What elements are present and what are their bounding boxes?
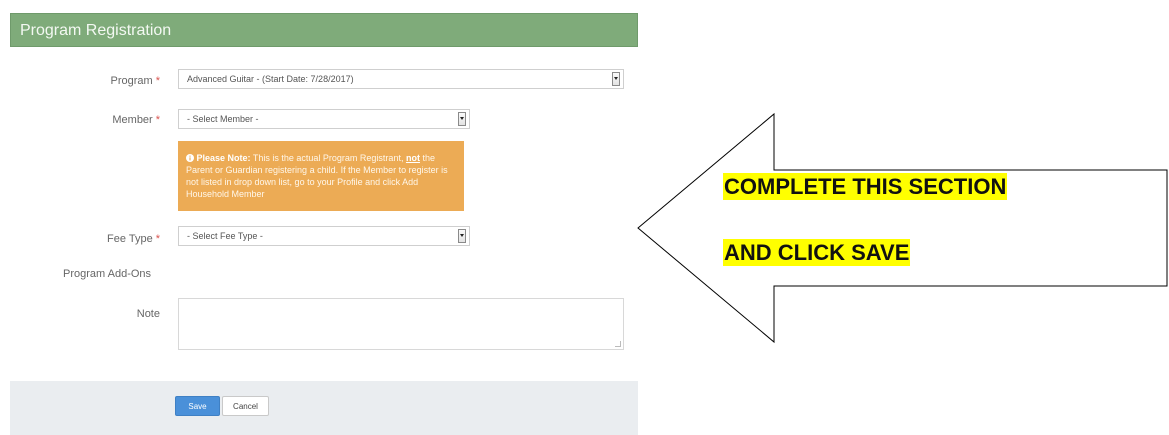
note-prefix: Please Note: bbox=[196, 153, 251, 163]
member-label: Member * bbox=[112, 114, 160, 126]
note-label: Note bbox=[136, 308, 160, 320]
required-mark: * bbox=[155, 233, 160, 245]
program-registration-panel: Program Registration Program * Advanced G… bbox=[10, 0, 638, 435]
chevron-down-icon[interactable] bbox=[612, 72, 620, 86]
program-select-value: Advanced Guitar - (Start Date: 7/28/2017… bbox=[187, 74, 354, 84]
member-select[interactable]: - Select Member - bbox=[178, 109, 470, 129]
required-mark: * bbox=[155, 75, 160, 87]
fee-type-label-text: Fee Type bbox=[107, 233, 153, 245]
callout-arrow: COMPLETE THIS SECTION AND CLICK SAVE bbox=[636, 112, 1169, 344]
save-button[interactable]: Save bbox=[175, 396, 220, 416]
left-arrow-icon bbox=[637, 112, 1168, 344]
info-circle-icon bbox=[186, 154, 194, 162]
cancel-button[interactable]: Cancel bbox=[222, 396, 269, 416]
callout-line-1: COMPLETE THIS SECTION bbox=[723, 173, 1008, 200]
callout-line-2: AND CLICK SAVE bbox=[723, 239, 911, 266]
fee-type-select-value: - Select Fee Type - bbox=[187, 231, 263, 241]
required-mark: * bbox=[155, 114, 160, 126]
chevron-down-icon[interactable] bbox=[458, 112, 466, 126]
form-footer: Save Cancel bbox=[10, 381, 638, 435]
note-text-before: This is the actual Program Registrant, bbox=[250, 153, 406, 163]
program-select[interactable]: Advanced Guitar - (Start Date: 7/28/2017… bbox=[178, 69, 624, 89]
member-select-value: - Select Member - bbox=[187, 114, 259, 124]
registrant-note-alert: Please Note: This is the actual Program … bbox=[178, 141, 464, 211]
program-label-text: Program bbox=[110, 75, 153, 87]
note-textarea[interactable] bbox=[178, 298, 624, 350]
fee-type-label: Fee Type * bbox=[107, 233, 160, 245]
panel-title: Program Registration bbox=[10, 13, 638, 47]
fee-type-select[interactable]: - Select Fee Type - bbox=[178, 226, 470, 246]
note-not-word: not bbox=[405, 153, 420, 163]
resize-grip-icon[interactable] bbox=[615, 341, 621, 347]
program-addons-label: Program Add-Ons bbox=[63, 268, 152, 280]
member-label-text: Member bbox=[112, 114, 153, 126]
chevron-down-icon[interactable] bbox=[458, 229, 466, 243]
program-label: Program * bbox=[111, 75, 160, 87]
